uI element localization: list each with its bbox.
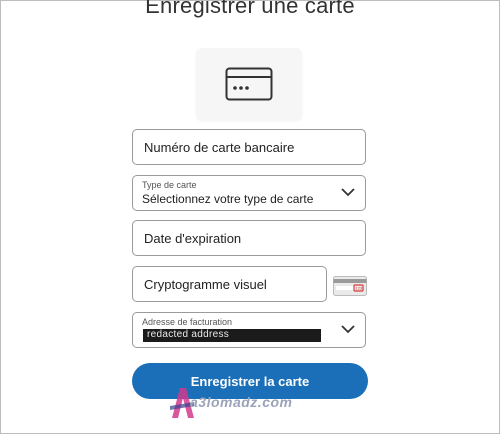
card-type-value: Sélectionnez votre type de carte — [142, 192, 314, 206]
expiry-date-field[interactable]: Date d'expiration — [132, 220, 366, 256]
billing-address-label: Adresse de facturation — [142, 317, 233, 327]
billing-address-select[interactable]: Adresse de facturation redacted address — [132, 312, 366, 348]
chevron-down-icon — [341, 325, 355, 334]
watermark: a3lomadz.com — [168, 382, 308, 422]
card-type-label: Type de carte — [142, 180, 197, 190]
chevron-down-icon — [341, 188, 355, 197]
cvv-field[interactable]: Cryptogramme visuel — [132, 266, 327, 302]
page-title: Enregistrer une carte — [145, 0, 355, 18]
cvv-card-icon: 123 — [333, 276, 367, 296]
card-illustration — [196, 48, 302, 120]
watermark-text: a3lomadz.com — [190, 394, 293, 410]
card-number-field[interactable]: Numéro de carte bancaire — [132, 129, 366, 165]
svg-text:123: 123 — [356, 286, 363, 291]
credit-card-icon — [225, 67, 273, 101]
billing-address-value: redacted address — [143, 329, 321, 342]
card-type-select[interactable]: Type de carte Sélectionnez votre type de… — [132, 175, 366, 211]
cvv-label: Cryptogramme visuel — [144, 277, 267, 292]
expiry-date-label: Date d'expiration — [144, 231, 242, 246]
card-number-label: Numéro de carte bancaire — [144, 140, 295, 155]
